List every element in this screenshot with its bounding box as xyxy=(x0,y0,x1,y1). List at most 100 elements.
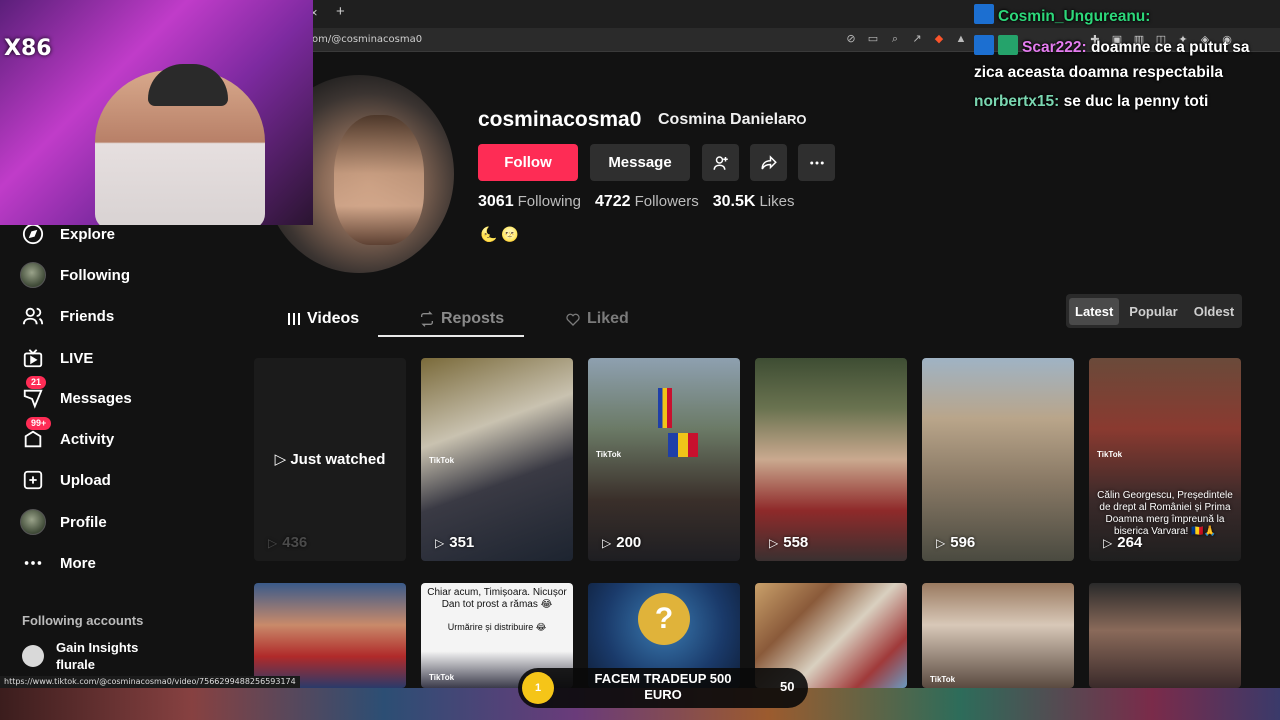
profile-tabs: Videos Reposts Liked xyxy=(287,305,629,333)
display-name-suffix: RO xyxy=(786,112,807,127)
view-count-value: 436 xyxy=(282,534,308,551)
view-count: ▷ 351 xyxy=(435,534,474,551)
mute-icon[interactable]: ⊘ xyxy=(844,32,858,46)
promo-count: 50 xyxy=(780,679,795,694)
profile-display-name: Cosmina DanielaRO xyxy=(658,111,806,129)
coin-icon: 1 xyxy=(522,672,554,704)
profile-bio: 🌜 🌝 xyxy=(480,226,519,242)
browser-status-bar: https://www.tiktok.com/@cosminacosma0/vi… xyxy=(0,676,300,688)
video-tile[interactable]: TikTok Călin Georgescu, Președintele de … xyxy=(1089,358,1241,561)
play-icon: ▷ xyxy=(274,451,291,468)
url-field[interactable]: om/@cosminacosma0 xyxy=(312,34,422,45)
stream-chat: Cosmin_Ungureanu: Scar222: doamne ce a p… xyxy=(974,4,1280,114)
brave-shield-icon[interactable]: ◆ xyxy=(932,32,946,46)
chat-badge-icon xyxy=(974,35,994,55)
follow-button[interactable]: Follow xyxy=(478,144,578,181)
share-profile-button[interactable] xyxy=(750,144,787,181)
stat-following[interactable]: 3061 Following xyxy=(478,193,581,211)
more-icon xyxy=(20,550,46,576)
sidebar-item-following[interactable]: Following xyxy=(20,262,130,288)
sidebar-item-activity[interactable]: 99+ Activity xyxy=(20,417,114,452)
stat-value: 3061 xyxy=(478,193,514,210)
tiktok-watermark: TikTok xyxy=(930,675,956,684)
chat-username: Scar222: xyxy=(1022,39,1087,56)
tab-liked[interactable]: Liked xyxy=(565,305,629,333)
address-bar-icons: ⊘ ▭ ⌕ ↗ ◆ ▲ xyxy=(844,32,968,46)
sidebar-item-label: Profile xyxy=(60,513,107,531)
sidebar-item-more[interactable]: More xyxy=(20,550,96,576)
following-account-item[interactable]: Gain Insights flurale xyxy=(22,639,138,673)
play-icon: ▷ xyxy=(268,535,278,550)
view-count-value: 558 xyxy=(783,534,809,551)
sidebar-item-upload[interactable]: Upload xyxy=(20,467,111,493)
live-icon xyxy=(20,345,46,371)
video-tile[interactable]: ▷ 596 xyxy=(922,358,1074,561)
tab-label: Liked xyxy=(587,310,629,327)
stat-label: Likes xyxy=(759,193,795,210)
suggested-accounts-button[interactable] xyxy=(702,144,739,181)
sidebar-item-friends[interactable]: Friends xyxy=(20,303,114,329)
video-tile[interactable]: TikTok xyxy=(922,583,1074,688)
sort-latest-button[interactable]: Latest xyxy=(1069,297,1120,325)
chat-text: se duc la penny toti xyxy=(1063,93,1209,110)
sidebar-item-messages[interactable]: 21 Messages xyxy=(20,376,132,411)
sort-oldest-button[interactable]: Oldest xyxy=(1188,298,1240,325)
sort-popular-button[interactable]: Popular xyxy=(1123,298,1183,325)
chat-badge-icon xyxy=(998,35,1018,55)
add-friend-icon xyxy=(713,155,728,170)
chat-badge-icon xyxy=(974,4,994,24)
following-accounts-heading: Following accounts xyxy=(22,613,144,628)
video-tile[interactable]: ▷ Just watched ▷ 436 xyxy=(254,358,406,561)
view-count: ▷ 596 xyxy=(936,534,975,551)
sidebar-item-label: Messages xyxy=(60,389,132,407)
rewards-icon[interactable]: ▲ xyxy=(954,32,968,46)
view-count: ▷ 200 xyxy=(602,534,641,551)
play-icon: ▷ xyxy=(936,535,946,550)
tab-underline xyxy=(378,335,524,337)
video-tile[interactable] xyxy=(254,583,406,688)
stat-label: Followers xyxy=(634,193,699,210)
promo-line: EURO xyxy=(644,687,682,702)
view-count: ▷ 264 xyxy=(1103,534,1142,551)
flag-graphic xyxy=(658,388,672,428)
avatar xyxy=(20,509,46,535)
tiktok-watermark: TikTok xyxy=(429,673,455,682)
sidebar-item-label: Explore xyxy=(60,225,116,243)
sidebar-item-label: LIVE xyxy=(60,349,94,367)
chat-message: Scar222: doamne ce a putut sa zica aceas… xyxy=(974,35,1280,85)
view-count-value: 596 xyxy=(950,534,976,551)
tab-videos[interactable]: Videos xyxy=(287,305,419,333)
view-count: ▷ 436 xyxy=(268,534,307,551)
view-count-value: 264 xyxy=(1117,534,1143,551)
video-tile[interactable] xyxy=(1089,583,1241,688)
message-button[interactable]: Message xyxy=(590,144,690,181)
share-icon[interactable]: ↗ xyxy=(910,32,924,46)
more-options-button[interactable] xyxy=(798,144,835,181)
just-watched-label: ▷ Just watched xyxy=(254,450,406,468)
picture-in-picture-icon[interactable]: ▭ xyxy=(866,32,880,46)
sidebar-item-label: Following xyxy=(60,266,130,284)
flag-graphic xyxy=(668,433,698,457)
stream-promo-widget: 1 FACEM TRADEUP 500 EURO 50 xyxy=(518,668,808,708)
zoom-icon[interactable]: ⌕ xyxy=(888,32,902,46)
tab-reposts[interactable]: Reposts xyxy=(419,305,565,333)
video-tile[interactable]: TikTok ▷ 200 xyxy=(588,358,740,561)
video-tile[interactable]: ▷ 558 xyxy=(755,358,907,561)
just-watched-text: Just watched xyxy=(290,451,386,468)
ellipsis-icon xyxy=(809,161,824,164)
play-icon: ▷ xyxy=(602,535,612,550)
view-count-value: 200 xyxy=(616,534,642,551)
account-handle: flurale xyxy=(56,657,96,672)
tab-label: Reposts xyxy=(441,310,505,327)
sidebar-item-profile[interactable]: Profile xyxy=(20,509,107,535)
view-count: ▷ 558 xyxy=(769,534,808,551)
sidebar-item-live[interactable]: LIVE xyxy=(20,345,93,371)
activity-icon: 99+ xyxy=(20,417,52,452)
activity-badge: 99+ xyxy=(26,417,52,430)
new-tab-icon[interactable]: + xyxy=(336,3,345,20)
video-tile[interactable]: TikTok ▷ 351 xyxy=(421,358,573,561)
stat-followers[interactable]: 4722 Followers xyxy=(595,193,699,211)
grid-icon xyxy=(288,313,300,325)
chat-message: Cosmin_Ungureanu: xyxy=(974,4,1280,29)
repost-icon xyxy=(421,311,433,327)
